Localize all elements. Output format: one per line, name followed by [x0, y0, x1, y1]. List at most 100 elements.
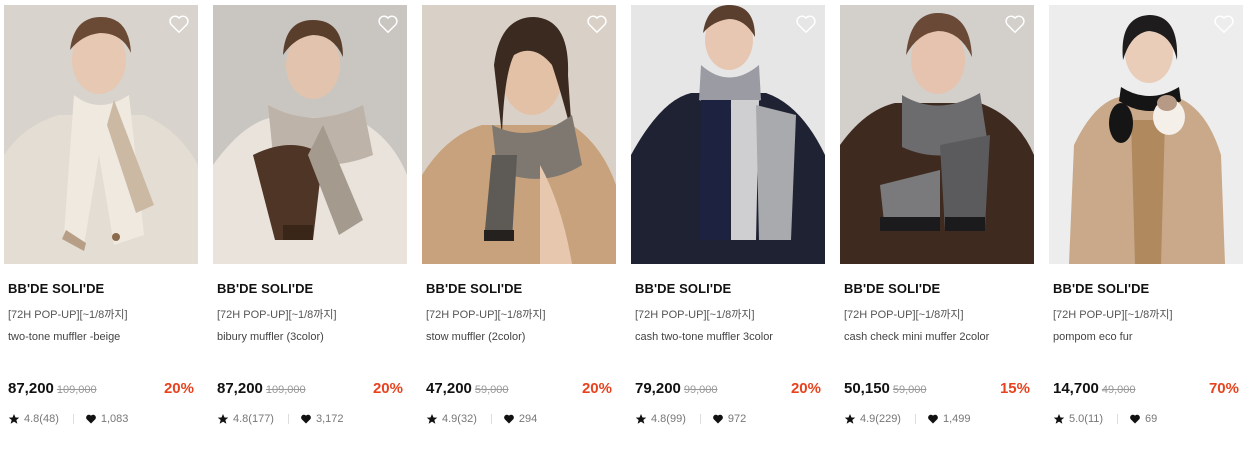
product-name[interactable]: cash two-tone muffler 3color — [635, 331, 773, 343]
rating-text: 4.8(48) — [24, 413, 59, 425]
product-name[interactable]: bibury muffler (3color) — [217, 331, 324, 343]
likes-count: 1,499 — [942, 413, 971, 425]
divider — [490, 414, 492, 424]
product-name[interactable]: cash check mini muffer 2color — [844, 331, 989, 343]
promo-tag: [72H POP-UP][~1/8까지] — [217, 309, 337, 321]
product-photo-scarf-stow — [422, 5, 616, 264]
wishlist-button[interactable] — [1004, 13, 1026, 35]
divider — [72, 414, 74, 424]
review-meta: 4.8(177) 3,172 — [217, 413, 344, 425]
product-card[interactable]: BB'DE SOLI'DE [72H POP-UP][~1/8까지] two-t… — [4, 5, 198, 445]
star-icon — [844, 413, 856, 425]
heart-filled-icon — [85, 413, 97, 425]
price-row: 50,150 59,000 15% — [844, 380, 1030, 400]
original-price: 109,000 — [265, 384, 306, 396]
product-photo-scarf-brown — [213, 5, 407, 264]
heart-outline-icon — [378, 15, 398, 34]
discount-rate: 20% — [163, 380, 194, 397]
product-image[interactable] — [4, 5, 198, 264]
sale-price: 14,700 — [1053, 380, 1099, 397]
brand-name[interactable]: BB'DE SOLI'DE — [8, 281, 104, 296]
heart-filled-icon — [712, 413, 724, 425]
product-name[interactable]: two-tone muffler -beige — [8, 331, 120, 343]
rating-text: 4.8(177) — [233, 413, 274, 425]
product-photo-scarf-beige — [4, 5, 198, 264]
product-name[interactable]: stow muffler (2color) — [426, 331, 525, 343]
original-price: 99,000 — [683, 384, 718, 396]
product-card[interactable]: BB'DE SOLI'DE [72H POP-UP][~1/8까지] stow … — [422, 5, 616, 445]
original-price: 59,000 — [474, 384, 509, 396]
brand-name[interactable]: BB'DE SOLI'DE — [1053, 281, 1149, 296]
sale-price: 79,200 — [635, 380, 681, 397]
star-icon — [426, 413, 438, 425]
price-row: 14,700 49,000 70% — [1053, 380, 1239, 400]
wishlist-button[interactable] — [168, 13, 190, 35]
star-icon — [217, 413, 229, 425]
heart-filled-icon — [927, 413, 939, 425]
rating-text: 4.8(99) — [651, 413, 686, 425]
star-icon — [1053, 413, 1065, 425]
discount-rate: 20% — [790, 380, 821, 397]
review-meta: 4.9(229) 1,499 — [844, 413, 971, 425]
heart-filled-icon — [503, 413, 515, 425]
heart-outline-icon — [169, 15, 189, 34]
promo-tag: [72H POP-UP][~1/8까지] — [426, 309, 546, 321]
heart-filled-icon — [1129, 413, 1141, 425]
rating-text: 4.9(229) — [860, 413, 901, 425]
product-card[interactable]: BB'DE SOLI'DE [72H POP-UP][~1/8까지] pompo… — [1049, 5, 1243, 445]
original-price: 49,000 — [1101, 384, 1136, 396]
sale-price: 87,200 — [8, 380, 54, 397]
review-meta: 4.9(32) 294 — [426, 413, 537, 425]
sale-price: 50,150 — [844, 380, 890, 397]
price-row: 87,200 109,000 20% — [217, 380, 403, 400]
price-row: 79,200 99,000 20% — [635, 380, 821, 400]
product-card[interactable]: BB'DE SOLI'DE [72H POP-UP][~1/8까지] cash … — [840, 5, 1034, 445]
product-card[interactable]: BB'DE SOLI'DE [72H POP-UP][~1/8까지] bibur… — [213, 5, 407, 445]
review-meta: 4.8(48) 1,083 — [8, 413, 128, 425]
product-image[interactable] — [422, 5, 616, 264]
product-image[interactable] — [1049, 5, 1243, 264]
divider — [699, 414, 701, 424]
heart-outline-icon — [1214, 15, 1234, 34]
original-price: 59,000 — [892, 384, 927, 396]
review-meta: 5.0(11) 69 — [1053, 413, 1157, 425]
promo-tag: [72H POP-UP][~1/8까지] — [635, 309, 755, 321]
product-image[interactable] — [213, 5, 407, 264]
product-photo-pompom-fur — [1049, 5, 1243, 264]
product-card[interactable]: BB'DE SOLI'DE [72H POP-UP][~1/8까지] cash … — [631, 5, 825, 445]
wishlist-button[interactable] — [1213, 13, 1235, 35]
discount-rate: 20% — [581, 380, 612, 397]
brand-name[interactable]: BB'DE SOLI'DE — [844, 281, 940, 296]
heart-outline-icon — [1005, 15, 1025, 34]
sale-price: 87,200 — [217, 380, 263, 397]
rating-text: 4.9(32) — [442, 413, 477, 425]
promo-tag: [72H POP-UP][~1/8까지] — [844, 309, 964, 321]
brand-name[interactable]: BB'DE SOLI'DE — [635, 281, 731, 296]
likes-count: 1,083 — [100, 413, 129, 425]
product-grid: BB'DE SOLI'DE [72H POP-UP][~1/8까지] two-t… — [0, 0, 1243, 453]
wishlist-button[interactable] — [377, 13, 399, 35]
promo-tag: [72H POP-UP][~1/8까지] — [8, 309, 128, 321]
review-meta: 4.8(99) 972 — [635, 413, 746, 425]
divider — [287, 414, 289, 424]
brand-name[interactable]: BB'DE SOLI'DE — [426, 281, 522, 296]
product-image[interactable] — [631, 5, 825, 264]
product-photo-scarf-navy — [631, 5, 825, 264]
heart-outline-icon — [587, 15, 607, 34]
star-icon — [635, 413, 647, 425]
likes-count: 69 — [1145, 413, 1158, 425]
rating-text: 5.0(11) — [1069, 413, 1104, 425]
wishlist-button[interactable] — [795, 13, 817, 35]
heart-outline-icon — [796, 15, 816, 34]
wishlist-button[interactable] — [586, 13, 608, 35]
heart-filled-icon — [300, 413, 312, 425]
discount-rate: 20% — [372, 380, 403, 397]
likes-count: 3,172 — [315, 413, 344, 425]
discount-rate: 15% — [999, 380, 1030, 397]
product-image[interactable] — [840, 5, 1034, 264]
divider — [1117, 414, 1119, 424]
product-name[interactable]: pompom eco fur — [1053, 331, 1132, 343]
likes-count: 294 — [518, 413, 538, 425]
product-photo-scarf-check — [840, 5, 1034, 264]
brand-name[interactable]: BB'DE SOLI'DE — [217, 281, 313, 296]
